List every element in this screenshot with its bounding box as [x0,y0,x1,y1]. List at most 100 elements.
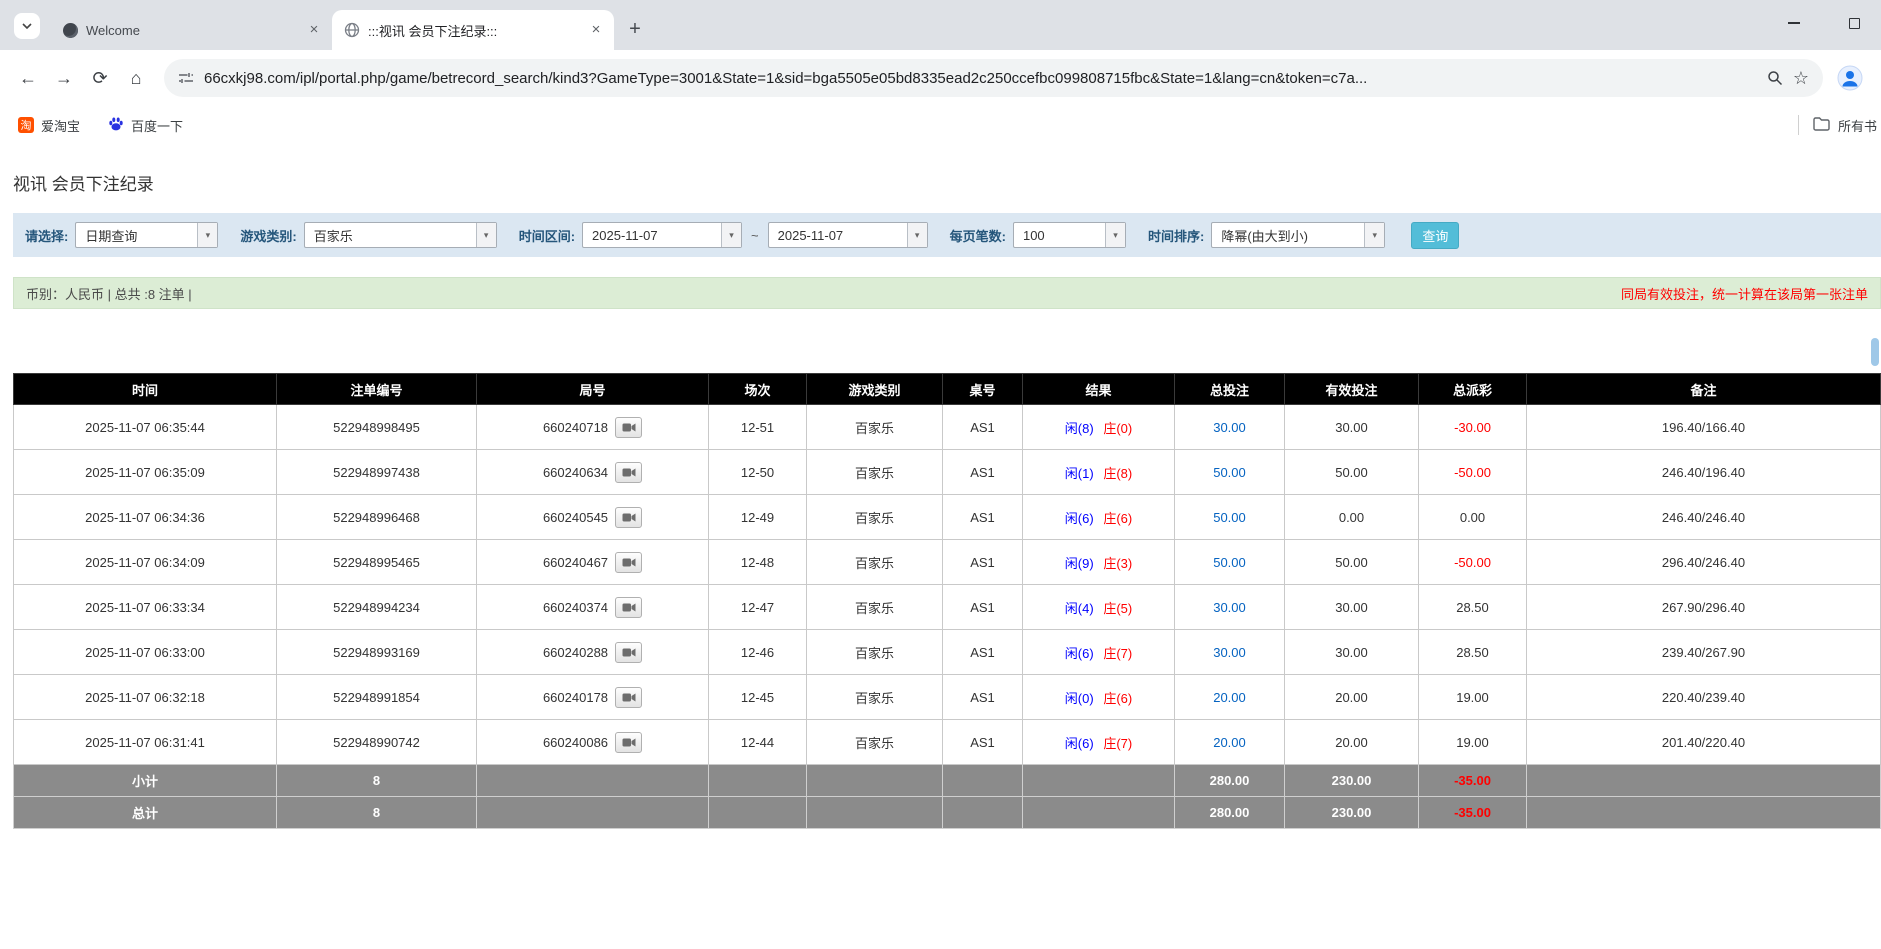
player-result: 闲(6) [1065,511,1094,526]
time-cell: 2025-11-07 06:32:18 [14,675,277,720]
summary-empty-cell [943,797,1023,829]
per-page-select[interactable]: 100 ▾ [1013,222,1126,248]
video-camera-icon [622,737,636,748]
summary-empty-cell [477,797,709,829]
site-info-icon[interactable] [178,70,194,86]
bet-id-cell: 522948996468 [277,495,477,540]
total-bet-link[interactable]: 30.00 [1213,645,1246,660]
minimize-button[interactable] [1773,8,1815,38]
banker-result: 庄(6) [1103,691,1132,706]
banker-result: 庄(0) [1103,421,1132,436]
new-tab-button[interactable]: + [620,14,650,44]
valid-bet-cell: 20.00 [1285,675,1419,720]
query-button[interactable]: 查询 [1411,222,1459,249]
tab-welcome[interactable]: Welcome × [50,10,332,50]
sort-select[interactable]: 降幂(由大到小) ▾ [1211,222,1385,248]
url-text[interactable]: 66cxkj98.com/ipl/portal.php/game/betreco… [204,70,1757,87]
all-bookmarks[interactable]: 所有书 [1798,106,1877,144]
replay-video-button[interactable] [615,687,642,708]
table-summary-row: 总计8280.00230.00-35.00 [14,797,1881,829]
date-from-select[interactable]: 2025-11-07 ▾ [582,222,742,248]
table-no-cell: AS1 [943,495,1023,540]
tab-close-icon[interactable]: × [586,20,606,40]
replay-video-button[interactable] [615,552,642,573]
profile-avatar[interactable] [1833,61,1867,95]
table-no-cell: AS1 [943,630,1023,675]
video-camera-icon [622,422,636,433]
result-cell: 闲(1) 庄(8) [1023,450,1175,495]
result-cell: 闲(4) 庄(5) [1023,585,1175,630]
replay-video-button[interactable] [615,732,642,753]
summary-total-bet: 280.00 [1175,797,1285,829]
replay-video-button[interactable] [615,507,642,528]
chevron-down-icon [22,23,32,29]
summary-empty-cell [943,765,1023,797]
payout-cell: 28.50 [1419,630,1527,675]
session-cell: 12-47 [709,585,807,630]
round-cell: 660240288 [477,630,709,675]
tab-close-icon[interactable]: × [304,20,324,40]
address-bar[interactable]: 66cxkj98.com/ipl/portal.php/game/betreco… [164,59,1823,97]
total-bet-cell: 30.00 [1175,630,1285,675]
replay-video-button[interactable] [615,462,642,483]
per-page-group: 每页笔数: 100 ▾ [950,222,1126,248]
tab-search-button[interactable] [14,13,40,39]
total-bet-link[interactable]: 50.00 [1213,555,1246,570]
total-bet-link[interactable]: 20.00 [1213,735,1246,750]
game-type-select[interactable]: 百家乐 ▾ [304,222,497,248]
folder-icon [1813,117,1830,134]
zoom-icon[interactable] [1767,70,1783,86]
all-bookmarks-label: 所有书 [1838,116,1877,135]
home-button[interactable]: ⌂ [118,60,154,96]
bookmark-label: 爱淘宝 [41,116,80,135]
replay-video-button[interactable] [615,642,642,663]
game-type-cell: 百家乐 [807,450,943,495]
scrollbar-thumb[interactable] [1871,338,1879,366]
currency-summary-text: 币别：人民币 | 总共 :8 注单 | [26,284,192,303]
bet-record-row: 2025-11-07 06:33:34522948994234660240374… [14,585,1881,630]
bookmark-baidu[interactable]: 百度一下 [108,116,183,135]
total-bet-link[interactable]: 20.00 [1213,690,1246,705]
note-cell: 201.40/220.40 [1527,720,1881,765]
tab-betrecord[interactable]: :::视讯 会员下注纪录::: × [332,10,614,50]
divider [1798,115,1799,135]
table-no-cell: AS1 [943,405,1023,450]
payout-cell: -50.00 [1419,540,1527,585]
query-type-select[interactable]: 日期查询 ▾ [75,222,218,248]
result-cell: 闲(6) 庄(7) [1023,720,1175,765]
page-content: 视讯 会员下注纪录 请选择: 日期查询 ▾ 游戏类别: 百家乐 ▾ 时间区间: … [0,170,1881,829]
forward-button[interactable]: → [46,60,82,96]
game-type-cell: 百家乐 [807,630,943,675]
replay-video-button[interactable] [615,417,642,438]
date-to-select[interactable]: 2025-11-07 ▾ [768,222,928,248]
back-button[interactable]: ← [10,60,46,96]
payout-cell: 19.00 [1419,675,1527,720]
bookmark-star-icon[interactable]: ☆ [1793,69,1809,87]
valid-bet-cell: 30.00 [1285,630,1419,675]
bet-id-cell: 522948990742 [277,720,477,765]
bet-record-row: 2025-11-07 06:32:18522948991854660240178… [14,675,1881,720]
round-number: 660240288 [543,645,608,660]
total-bet-link[interactable]: 50.00 [1213,510,1246,525]
maximize-button[interactable] [1833,8,1875,38]
total-bet-link[interactable]: 30.00 [1213,600,1246,615]
replay-video-button[interactable] [615,597,642,618]
bookmarks-bar: 淘 爱淘宝 百度一下 所有书 [0,106,1881,144]
bet-id-cell: 522948993169 [277,630,477,675]
reload-button[interactable]: ⟳ [82,60,118,96]
round-number: 660240467 [543,555,608,570]
total-bet-cell: 50.00 [1175,450,1285,495]
round-cell: 660240634 [477,450,709,495]
summary-count: 8 [277,797,477,829]
bookmark-taobao[interactable]: 淘 爱淘宝 [18,116,80,135]
total-bet-link[interactable]: 50.00 [1213,465,1246,480]
column-header: 总投注 [1175,374,1285,405]
page-title: 视讯 会员下注纪录 [13,170,1881,195]
total-bet-link[interactable]: 30.00 [1213,420,1246,435]
total-bet-cell: 50.00 [1175,495,1285,540]
total-bet-cell: 30.00 [1175,585,1285,630]
table-no-cell: AS1 [943,720,1023,765]
valid-bet-cell: 20.00 [1285,720,1419,765]
video-camera-icon [622,512,636,523]
time-cell: 2025-11-07 06:33:00 [14,630,277,675]
